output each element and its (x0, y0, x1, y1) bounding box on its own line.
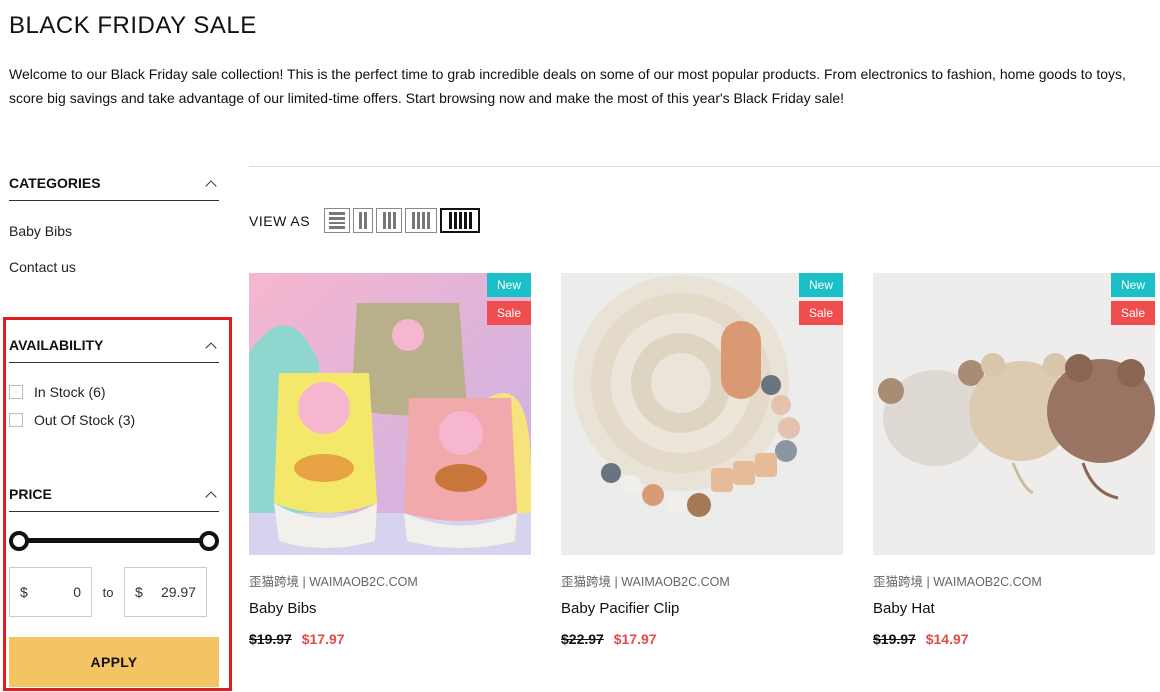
sidebar-filters: CATEGORIES Baby Bibs Contact us (9, 165, 219, 293)
badge-sale: Sale (1110, 301, 1155, 325)
product-card[interactable]: New Sale 歪猫跨境 | WAIMAOB2C.COM Baby Hat $… (873, 273, 1155, 647)
slider-handle-max[interactable] (199, 531, 219, 551)
compare-at-price: $19.97 (249, 631, 292, 647)
in-stock-label: In Stock (6) (34, 384, 106, 400)
categories-header[interactable]: CATEGORIES (9, 165, 219, 201)
price-max-value[interactable]: 29.97 (161, 584, 196, 600)
availability-filter: AVAILABILITY In Stock (6) Out Of Stock (… (9, 327, 219, 434)
price-header[interactable]: PRICE (9, 476, 219, 512)
availability-options: In Stock (6) Out Of Stock (3) (9, 378, 219, 434)
price-title: PRICE (9, 485, 52, 502)
category-list: Baby Bibs Contact us (9, 221, 219, 293)
product-price: $19.97 $17.97 (249, 631, 531, 647)
product-image-baby-bibs[interactable]: New Sale (249, 273, 531, 555)
divider (249, 166, 1160, 167)
product-name[interactable]: Baby Pacifier Clip (561, 600, 843, 617)
page-title: BLACK FRIDAY SALE (9, 12, 257, 39)
product-vendor[interactable]: 歪猫跨境 | WAIMAOB2C.COM (561, 571, 843, 590)
product-image-baby-hat[interactable]: New Sale (873, 273, 1155, 555)
availability-title: AVAILABILITY (9, 336, 104, 353)
view-as-toolbar: VIEW AS (249, 208, 483, 233)
badge-sale: Sale (798, 301, 843, 325)
product-name[interactable]: Baby Hat (873, 600, 1155, 617)
product-price: $22.97 $17.97 (561, 631, 843, 647)
product-card[interactable]: New Sale 歪猫跨境 | WAIMAOB2C.COM Baby Bibs … (249, 273, 531, 647)
currency-symbol: $ (20, 584, 28, 600)
badge-new: New (1110, 273, 1155, 297)
out-of-stock-checkbox[interactable] (9, 413, 23, 427)
apply-button[interactable]: APPLY (9, 637, 219, 687)
badge-sale: Sale (486, 301, 531, 325)
view-list-button[interactable] (324, 208, 351, 233)
price-max-field[interactable]: $ 29.97 (124, 567, 207, 617)
sale-price: $17.97 (301, 631, 345, 647)
product-name[interactable]: Baby Bibs (249, 600, 531, 617)
price-separator: to (102, 584, 114, 600)
in-stock-checkbox[interactable] (9, 385, 23, 399)
chevron-up-icon[interactable] (205, 179, 217, 192)
product-price: $19.97 $14.97 (873, 631, 1155, 647)
category-link-baby-bibs[interactable]: Baby Bibs (9, 221, 219, 257)
product-vendor[interactable]: 歪猫跨境 | WAIMAOB2C.COM (249, 571, 531, 590)
view-grid-2-button[interactable] (353, 208, 374, 233)
categories-title: CATEGORIES (9, 174, 101, 191)
price-min-field[interactable]: $ 0 (9, 567, 92, 617)
price-inputs: $ 0 to $ 29.97 (9, 567, 219, 617)
chevron-up-icon[interactable] (205, 490, 217, 503)
sale-price: $17.97 (613, 631, 657, 647)
chevron-up-icon[interactable] (205, 341, 217, 354)
view-as-label: VIEW AS (249, 212, 311, 229)
badge-new: New (798, 273, 843, 297)
view-grid-4-button[interactable] (405, 208, 438, 233)
sale-price: $14.97 (925, 631, 969, 647)
availability-option-in-stock[interactable]: In Stock (6) (9, 378, 219, 406)
slider-track[interactable] (17, 538, 211, 543)
slider-handle-min[interactable] (9, 531, 29, 551)
view-grid-3-button[interactable] (376, 208, 403, 233)
view-grid-5-button[interactable] (440, 208, 481, 233)
compare-at-price: $19.97 (873, 631, 916, 647)
price-range-slider[interactable] (9, 529, 219, 553)
currency-symbol: $ (135, 584, 143, 600)
compare-at-price: $22.97 (561, 631, 604, 647)
product-image-pacifier-clip[interactable]: New Sale (561, 273, 843, 555)
badge-new: New (486, 273, 531, 297)
out-of-stock-label: Out Of Stock (3) (34, 412, 136, 428)
availability-header[interactable]: AVAILABILITY (9, 327, 219, 363)
collection-description: Welcome to our Black Friday sale collect… (9, 66, 1126, 106)
price-min-value[interactable]: 0 (73, 584, 81, 600)
product-vendor[interactable]: 歪猫跨境 | WAIMAOB2C.COM (873, 571, 1155, 590)
price-filter: PRICE $ 0 to $ 29.97 APPLY (9, 476, 219, 687)
category-link-contact-us[interactable]: Contact us (9, 257, 219, 293)
product-card[interactable]: New Sale 歪猫跨境 | WAIMAOB2C.COM Baby Pacif… (561, 273, 843, 647)
availability-option-out-of-stock[interactable]: Out Of Stock (3) (9, 406, 219, 434)
